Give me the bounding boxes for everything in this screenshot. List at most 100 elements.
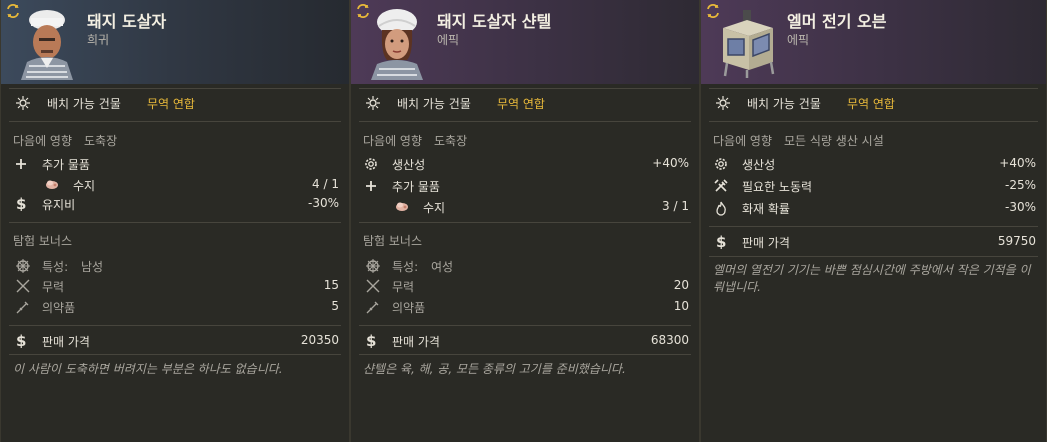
card-header: 엘머 전기 오븐 에픽 — [701, 0, 1046, 84]
syringe-icon — [366, 301, 379, 314]
card-rarity: 에픽 — [787, 33, 810, 47]
stat-value: 3 / 1 — [662, 199, 689, 213]
stat-value: 4 / 1 — [312, 177, 339, 191]
building-value: 무역 연합 — [497, 97, 545, 111]
divider — [709, 121, 1038, 122]
building-value: 무역 연합 — [147, 97, 195, 111]
sun-icon — [366, 96, 380, 110]
divider — [359, 222, 691, 223]
stat-label: 무력 — [392, 280, 415, 294]
stat-value: 10 — [673, 299, 689, 313]
building-label: 배치 가능 건물 — [397, 97, 471, 111]
tooltip-card-pig-butcher: 돼지 도살자 희귀 배치 가능 건물 무역 연합 다음에 영향 도축장 추가 물… — [0, 0, 350, 442]
divider — [9, 354, 341, 355]
divider — [359, 88, 691, 89]
expedition-label: 탐험 보너스 — [13, 234, 73, 248]
dollar-icon: $ — [16, 195, 26, 211]
expedition-label: 탐험 보너스 — [363, 234, 423, 248]
card-title: 돼지 도살자 샨텔 — [437, 12, 552, 31]
tallow-icon — [396, 202, 408, 211]
building-label: 배치 가능 건물 — [747, 97, 821, 111]
hammer-icon — [714, 179, 728, 192]
portrait-image — [21, 10, 73, 80]
gear-icon — [365, 158, 377, 170]
card-header: 돼지 도살자 샨텔 에픽 — [351, 0, 699, 84]
building-label: 배치 가능 건물 — [47, 97, 121, 111]
influence-label: 다음에 영향 — [13, 134, 73, 148]
stat-label: 필요한 노동력 — [742, 180, 813, 194]
divider — [9, 325, 341, 326]
tallow-icon — [46, 180, 58, 189]
item-description: 샨텔은 육, 해, 공, 모든 종류의 고기를 준비했습니다. — [363, 362, 626, 376]
divider — [9, 121, 341, 122]
dollar-icon: $ — [16, 332, 26, 348]
plus-icon — [16, 159, 26, 169]
price-value: 59750 — [997, 234, 1036, 248]
price-label: 판매 가격 — [42, 335, 90, 349]
svg-text:$: $ — [366, 332, 376, 348]
svg-text:$: $ — [16, 332, 26, 348]
stat-value: +40% — [652, 156, 689, 170]
item-description: 엘머의 열전기 기기는 바쁜 점심시간에 주방에서 작은 기적을 이뤄냅니다. — [713, 263, 1031, 294]
stat-value: 20 — [673, 278, 689, 292]
divider — [359, 325, 691, 326]
item-description: 이 사람이 도축하면 버려지는 부분은 하나도 없습니다. — [13, 362, 283, 376]
swords-icon — [366, 279, 380, 293]
swords-icon — [16, 279, 30, 293]
divider — [9, 88, 341, 89]
divider — [359, 121, 691, 122]
stat-value: -30% — [307, 196, 339, 210]
stat-label: 무력 — [42, 280, 65, 294]
trait-label: 특성: — [42, 260, 69, 274]
card-header: 돼지 도살자 희귀 — [1, 0, 349, 84]
influence-label: 다음에 영향 — [713, 134, 773, 148]
oven-image — [723, 10, 775, 78]
sun-icon — [16, 96, 30, 110]
influence-target: 모든 식량 생산 시설 — [784, 134, 884, 148]
stat-value: -30% — [1004, 200, 1036, 214]
price-value: 20350 — [300, 333, 339, 347]
divider — [709, 226, 1038, 227]
stat-value: +40% — [999, 156, 1036, 170]
tooltip-card-chantelle: 돼지 도살자 샨텔 에픽 배치 가능 건물 무역 연합 다음에 영향 도축장 생… — [350, 0, 700, 442]
card-rarity: 희귀 — [87, 33, 110, 47]
fire-icon — [716, 201, 726, 216]
dollar-icon: $ — [366, 332, 376, 348]
stat-label: 수지 — [73, 179, 96, 193]
tooltip-card-elmer-oven: 엘머 전기 오븐 에픽 배치 가능 건물 무역 연합 다음에 영향 모든 식량 … — [700, 0, 1047, 442]
sun-icon — [716, 96, 730, 110]
syringe-icon — [16, 301, 29, 314]
divider — [709, 256, 1038, 257]
price-value: 68300 — [650, 333, 689, 347]
stat-value: -25% — [1004, 178, 1036, 192]
dollar-icon: $ — [716, 233, 726, 249]
divider — [359, 354, 691, 355]
portrait-image — [371, 9, 423, 80]
card-title: 엘머 전기 오븐 — [787, 12, 887, 31]
card-rarity: 에픽 — [437, 33, 460, 47]
item-tooltips: 돼지 도살자 희귀 배치 가능 건물 무역 연합 다음에 영향 도축장 추가 물… — [0, 0, 1047, 442]
trait-label: 특성: — [392, 260, 419, 274]
wheel-icon — [16, 259, 30, 273]
gear-icon — [715, 158, 727, 170]
influence-label: 다음에 영향 — [363, 134, 423, 148]
stat-label: 생산성 — [392, 158, 426, 172]
stat-label: 화재 확률 — [742, 202, 790, 216]
plus-icon — [366, 181, 376, 191]
wheel-icon — [366, 259, 380, 273]
stat-label: 수지 — [423, 201, 446, 215]
stat-value: 15 — [323, 278, 339, 292]
svg-text:$: $ — [16, 195, 26, 211]
stat-label: 유지비 — [42, 198, 76, 212]
stat-label: 추가 물품 — [42, 158, 90, 172]
stat-label: 의약품 — [392, 301, 426, 315]
influence-target: 도축장 — [434, 134, 468, 148]
stat-value: 5 — [331, 299, 339, 313]
price-label: 판매 가격 — [742, 236, 790, 250]
card-title: 돼지 도살자 — [87, 12, 167, 31]
stat-label: 생산성 — [742, 158, 776, 172]
divider — [709, 88, 1038, 89]
stat-label: 추가 물품 — [392, 180, 440, 194]
trait-value: 남성 — [81, 260, 104, 274]
stat-label: 의약품 — [42, 301, 76, 315]
